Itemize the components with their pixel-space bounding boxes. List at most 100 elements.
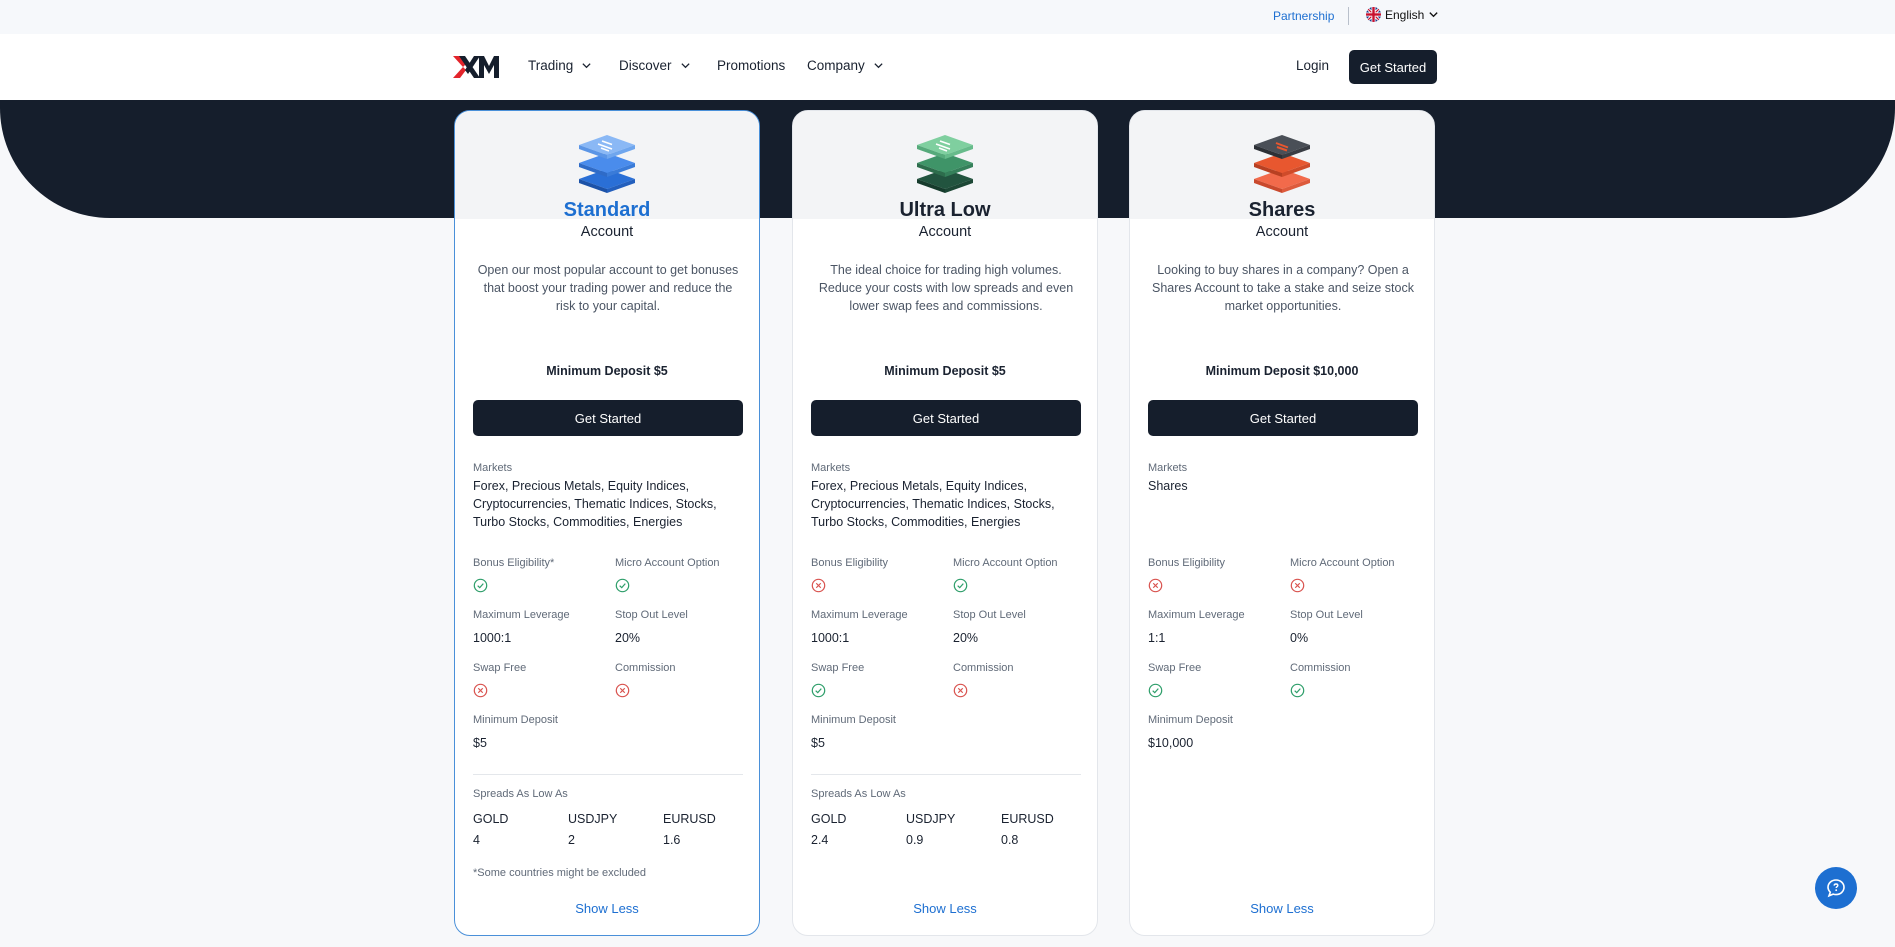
mindep-value: $5 xyxy=(473,736,487,750)
mindep-value: $5 xyxy=(811,736,825,750)
spread-value: 0.8 xyxy=(1001,833,1019,847)
countries-note: *Some countries might be excluded xyxy=(473,867,647,879)
get-started-button[interactable]: Get Started xyxy=(473,400,743,436)
commission-label: Commission xyxy=(615,662,676,674)
micro-label: Micro Account Option xyxy=(1290,557,1395,569)
get-started-button[interactable]: Get Started xyxy=(1148,400,1418,436)
account-card-ultra-low: Ultra Low Account The ideal choice for t… xyxy=(792,110,1098,936)
swap-label: Swap Free xyxy=(1148,662,1202,674)
divider xyxy=(811,774,1081,775)
card-description: The ideal choice for trading high volume… xyxy=(818,263,1074,313)
cross-icon xyxy=(473,683,488,698)
get-started-button[interactable]: Get Started xyxy=(811,400,1081,436)
swap-label: Swap Free xyxy=(473,662,527,674)
leverage-label: Maximum Leverage xyxy=(811,609,908,621)
card-description: Open our most popular account to get bon… xyxy=(477,263,739,313)
check-icon xyxy=(1290,683,1305,698)
card-subtitle: Account xyxy=(918,224,972,240)
stopout-label: Stop Out Level xyxy=(615,609,688,621)
bonus-label: Bonus Eligibility* xyxy=(473,557,555,569)
spread-name: EURUSD xyxy=(663,812,716,826)
check-icon xyxy=(1148,683,1163,698)
show-less-link[interactable]: Show Less xyxy=(455,901,759,916)
stopout-value: 20% xyxy=(615,631,641,645)
check-icon xyxy=(473,578,488,593)
nav-promotions-label: Promotions xyxy=(717,58,786,73)
leverage-value: 1:1 xyxy=(1148,631,1166,645)
min-deposit-heading: Minimum Deposit $10,000 xyxy=(1205,364,1359,378)
card-title: Shares xyxy=(1248,199,1316,221)
card-subtitle: Account xyxy=(1255,224,1309,240)
cross-icon xyxy=(1290,578,1305,593)
bonus-label: Bonus Eligibility xyxy=(811,557,889,569)
mindep-value: $10,000 xyxy=(1148,736,1194,750)
card-description: Looking to buy shares in a company? Open… xyxy=(1152,263,1414,313)
cross-icon xyxy=(953,683,968,698)
chevron-down-icon xyxy=(680,63,690,69)
nav-trading-label: Trading xyxy=(528,58,574,73)
divider xyxy=(473,774,743,775)
mindep-label: Minimum Deposit xyxy=(473,714,558,726)
min-deposit-heading: Minimum Deposit $5 xyxy=(546,364,668,378)
markets-list: Shares xyxy=(1148,479,1188,493)
partnership-link[interactable]: Partnership xyxy=(1273,9,1334,23)
show-less-link[interactable]: Show Less xyxy=(1130,901,1434,916)
nav-company-label: Company xyxy=(807,58,865,73)
language-selector[interactable]: English xyxy=(1366,7,1439,22)
nav-trading[interactable]: Trading xyxy=(528,58,592,73)
language-label: English xyxy=(1385,7,1425,22)
spread-name: GOLD xyxy=(473,812,509,826)
card-title: Standard xyxy=(563,199,651,221)
spreads-label: Spreads As Low As xyxy=(473,788,568,800)
leverage-label: Maximum Leverage xyxy=(473,609,570,621)
micro-label: Micro Account Option xyxy=(615,557,720,569)
spread-value: 4 xyxy=(473,833,480,847)
spread-name: USDJPY xyxy=(906,812,956,826)
stopout-value: 20% xyxy=(953,631,979,645)
chat-bubble-icon xyxy=(1827,879,1845,898)
mindep-label: Minimum Deposit xyxy=(811,714,896,726)
stopout-label: Stop Out Level xyxy=(1290,609,1363,621)
get-started-button[interactable]: Get Started xyxy=(1349,50,1437,84)
nav-company[interactable]: Company xyxy=(807,58,884,73)
markets-list: Forex, Precious Metals, Equity Indices, … xyxy=(811,479,1055,529)
nav-discover[interactable]: Discover xyxy=(619,58,691,73)
utility-bar: Partnership English xyxy=(0,0,1895,34)
markets-label: Markets xyxy=(1148,462,1188,474)
spread-name: GOLD xyxy=(811,812,847,826)
swap-label: Swap Free xyxy=(811,662,865,674)
check-icon xyxy=(953,578,968,593)
cross-icon xyxy=(1148,578,1163,593)
check-icon xyxy=(615,578,630,593)
chevron-down-icon xyxy=(1429,12,1439,18)
main-nav: Trading Discover Promotions Company Logi… xyxy=(0,34,1895,100)
spread-value: 1.6 xyxy=(663,833,681,847)
login-link[interactable]: Login xyxy=(1296,58,1329,73)
stopout-label: Stop Out Level xyxy=(953,609,1026,621)
spread-name: USDJPY xyxy=(568,812,618,826)
min-deposit-heading: Minimum Deposit $5 xyxy=(884,364,1006,378)
cross-icon xyxy=(615,683,630,698)
markets-list: Forex, Precious Metals, Equity Indices, … xyxy=(473,479,717,529)
micro-label: Micro Account Option xyxy=(953,557,1058,569)
chevron-down-icon xyxy=(874,63,883,69)
commission-label: Commission xyxy=(1290,662,1351,674)
stopout-value: 0% xyxy=(1290,631,1309,645)
commission-label: Commission xyxy=(953,662,1014,674)
nav-promotions[interactable]: Promotions xyxy=(717,58,785,73)
spread-value: 0.9 xyxy=(906,833,924,847)
account-card-standard: Standard Account Open our most popular a… xyxy=(454,110,760,936)
spread-value: 2 xyxy=(568,833,575,847)
bonus-label: Bonus Eligibility xyxy=(1148,557,1226,569)
xm-logo[interactable] xyxy=(453,55,499,79)
markets-label: Markets xyxy=(473,462,513,474)
cross-icon xyxy=(811,578,826,593)
leverage-value: 1000:1 xyxy=(811,631,850,645)
nav-discover-label: Discover xyxy=(619,58,672,73)
account-card-shares: Shares Account Looking to buy shares in … xyxy=(1129,110,1435,936)
chat-button[interactable] xyxy=(1815,867,1857,909)
show-less-link[interactable]: Show Less xyxy=(793,901,1097,916)
leverage-label: Maximum Leverage xyxy=(1148,609,1245,621)
green-layers-icon xyxy=(917,135,973,193)
mindep-label: Minimum Deposit xyxy=(1148,714,1233,726)
